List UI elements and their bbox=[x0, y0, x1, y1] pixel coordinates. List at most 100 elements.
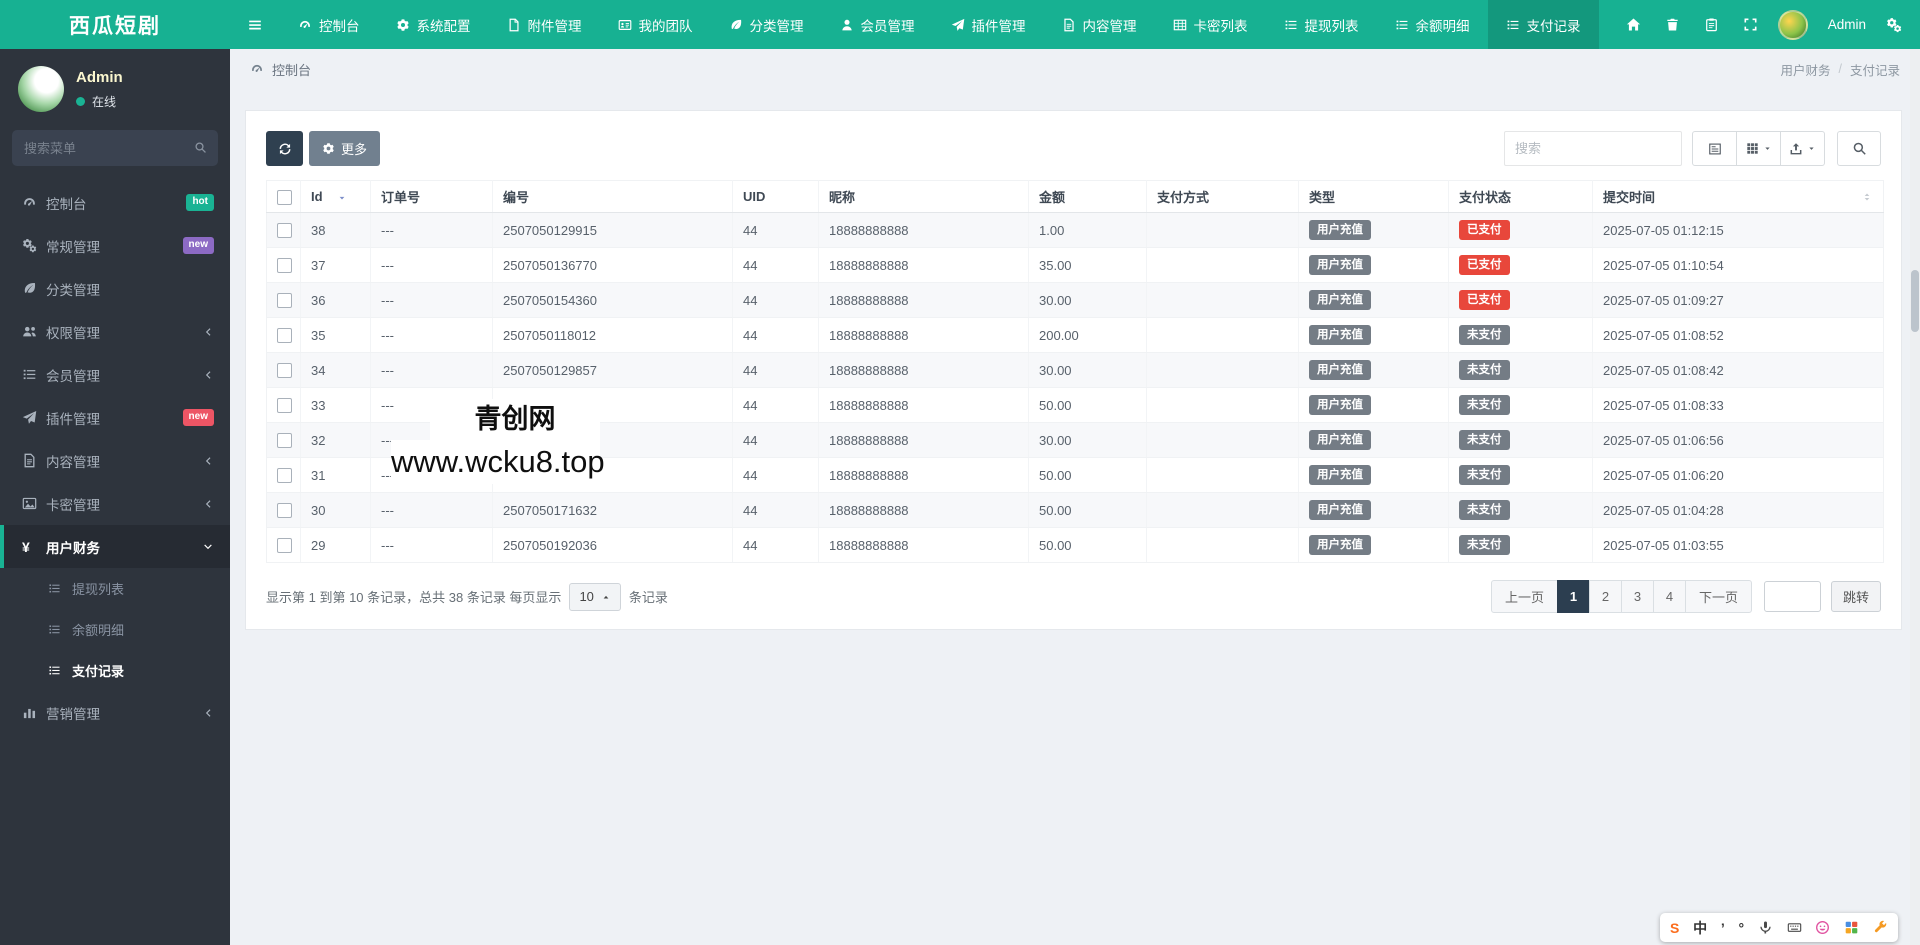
row-checkbox[interactable] bbox=[277, 538, 292, 554]
refresh-button[interactable] bbox=[266, 131, 303, 166]
menu-toggle-button[interactable] bbox=[230, 0, 280, 49]
sidebar-search-input[interactable] bbox=[12, 130, 218, 166]
select-all-checkbox[interactable] bbox=[277, 189, 292, 205]
cell-status: 未支付 bbox=[1448, 457, 1593, 493]
nav-item-system-config[interactable]: 系统配置 bbox=[378, 0, 489, 49]
cell-order-no: --- bbox=[370, 492, 493, 528]
cell-time: 2025-07-05 01:06:56 bbox=[1592, 422, 1884, 458]
keyboard-icon[interactable] bbox=[1787, 920, 1802, 935]
jump-button[interactable]: 跳转 bbox=[1830, 581, 1881, 612]
more-button[interactable]: 更多 bbox=[309, 131, 381, 166]
sidebar-item-balance-detail[interactable]: 余额明细 bbox=[0, 609, 230, 650]
apostrophe-icon[interactable]: ’ bbox=[1721, 921, 1725, 935]
row-checkbox[interactable] bbox=[277, 328, 292, 344]
export-button[interactable] bbox=[1780, 131, 1825, 166]
next-page-button[interactable]: 下一页 bbox=[1684, 580, 1752, 613]
nav-item-label: 控制台 bbox=[319, 18, 360, 34]
column-header-编号[interactable]: 编号 bbox=[492, 180, 733, 213]
row-checkbox[interactable] bbox=[277, 433, 292, 449]
sidebar-item-category[interactable]: 分类管理 bbox=[0, 267, 230, 310]
search-button[interactable] bbox=[1837, 131, 1881, 166]
skin-grid-icon[interactable] bbox=[1844, 920, 1859, 935]
column-header-UID[interactable]: UID bbox=[732, 180, 819, 213]
nav-item-label: 提现列表 bbox=[1304, 18, 1359, 34]
clipboard-icon[interactable] bbox=[1704, 17, 1719, 32]
column-header-Id[interactable]: Id bbox=[300, 180, 371, 213]
gauge-icon bbox=[22, 195, 46, 210]
breadcrumb-console[interactable]: 控制台 bbox=[272, 60, 311, 79]
page-button-2[interactable]: 2 bbox=[1588, 580, 1622, 613]
column-header-金额[interactable]: 金额 bbox=[1028, 180, 1147, 213]
cell-time: 2025-07-05 01:06:20 bbox=[1592, 457, 1884, 493]
gauge-icon bbox=[250, 62, 264, 76]
sidebar-item-console[interactable]: 控制台 hot bbox=[0, 181, 230, 224]
degree-icon[interactable]: ° bbox=[1739, 921, 1745, 935]
mic-icon[interactable] bbox=[1758, 920, 1773, 935]
nav-item-category[interactable]: 分类管理 bbox=[711, 0, 822, 49]
row-checkbox[interactable] bbox=[277, 293, 292, 309]
sidebar-item-payment-record[interactable]: 支付记录 bbox=[0, 650, 230, 691]
file-text-icon bbox=[22, 453, 46, 468]
nav-item-content[interactable]: 内容管理 bbox=[1044, 0, 1155, 49]
sidebar-item-user-finance[interactable]: ¥ 用户财务 bbox=[0, 525, 230, 568]
sidebar-item-marketing[interactable]: 营销管理 bbox=[0, 691, 230, 734]
column-header-支付方式[interactable]: 支付方式 bbox=[1146, 180, 1299, 213]
table-search-input[interactable] bbox=[1504, 131, 1682, 166]
cell-order-no: --- bbox=[370, 352, 493, 388]
sidebar-item-label: 权限管理 bbox=[46, 325, 100, 341]
nav-item-plugin[interactable]: 插件管理 bbox=[933, 0, 1044, 49]
column-header-昵称[interactable]: 昵称 bbox=[818, 180, 1029, 213]
prev-page-button[interactable]: 上一页 bbox=[1490, 580, 1558, 613]
sidebar-item-content[interactable]: 内容管理 bbox=[0, 439, 230, 482]
column-header-提交时间[interactable]: 提交时间 bbox=[1592, 180, 1884, 213]
sidebar-item-card[interactable]: 卡密管理 bbox=[0, 482, 230, 525]
cell-amount: 30.00 bbox=[1028, 282, 1147, 318]
sidebar-item-general[interactable]: 常规管理 new bbox=[0, 224, 230, 267]
sidebar-item-plugin[interactable]: 插件管理 new bbox=[0, 396, 230, 439]
page-button-1[interactable]: 1 bbox=[1556, 580, 1590, 613]
page-button-3[interactable]: 3 bbox=[1620, 580, 1654, 613]
per-page-select[interactable]: 10 bbox=[569, 582, 621, 611]
status-badge: 未支付 bbox=[1459, 499, 1510, 521]
sidebar-item-member[interactable]: 会员管理 bbox=[0, 353, 230, 396]
cell-status: 未支付 bbox=[1448, 352, 1593, 388]
column-header-支付状态[interactable]: 支付状态 bbox=[1448, 180, 1593, 213]
columns-button[interactable] bbox=[1736, 131, 1781, 166]
column-header-类型[interactable]: 类型 bbox=[1298, 180, 1449, 213]
type-badge: 用户充值 bbox=[1309, 394, 1371, 416]
sidebar-item-withdraw-list[interactable]: 提现列表 bbox=[0, 568, 230, 609]
nav-item-attachment[interactable]: 附件管理 bbox=[489, 0, 600, 49]
trash-icon[interactable] bbox=[1665, 17, 1680, 32]
nav-item-my-team[interactable]: 我的团队 bbox=[600, 0, 711, 49]
toolbox-icon[interactable] bbox=[1873, 920, 1888, 935]
row-checkbox[interactable] bbox=[277, 468, 292, 484]
scrollbar-thumb[interactable] bbox=[1911, 270, 1919, 332]
chinese-mode-icon[interactable]: 中 bbox=[1693, 921, 1707, 935]
sidebar-item-label: 营销管理 bbox=[46, 706, 100, 722]
nav-item-card-list[interactable]: 卡密列表 bbox=[1155, 0, 1266, 49]
nav-item-payment-record[interactable]: 支付记录 bbox=[1487, 0, 1599, 49]
home-icon[interactable] bbox=[1626, 17, 1641, 32]
nav-item-console[interactable]: 控制台 bbox=[280, 0, 378, 49]
sogou-logo-icon[interactable]: S bbox=[1670, 921, 1679, 935]
settings-icon[interactable] bbox=[1886, 17, 1902, 33]
column-header-订单号[interactable]: 订单号 bbox=[370, 180, 493, 213]
cell-uid: 44 bbox=[732, 457, 819, 493]
detail-view-button[interactable] bbox=[1692, 131, 1737, 166]
row-checkbox[interactable] bbox=[277, 503, 292, 519]
nav-item-balance-detail[interactable]: 余额明细 bbox=[1377, 0, 1488, 49]
cell-time: 2025-07-05 01:10:54 bbox=[1592, 247, 1884, 283]
row-checkbox[interactable] bbox=[277, 223, 292, 239]
row-checkbox[interactable] bbox=[277, 398, 292, 414]
sidebar-item-permission[interactable]: 权限管理 bbox=[0, 310, 230, 353]
expand-icon[interactable] bbox=[1743, 17, 1758, 32]
admin-username[interactable]: Admin bbox=[1828, 17, 1866, 32]
row-checkbox[interactable] bbox=[277, 258, 292, 274]
row-checkbox[interactable] bbox=[277, 363, 292, 379]
nav-item-withdraw-list[interactable]: 提现列表 bbox=[1266, 0, 1377, 49]
emoji-icon[interactable] bbox=[1815, 920, 1830, 935]
user-avatar[interactable] bbox=[1777, 9, 1808, 40]
page-button-4[interactable]: 4 bbox=[1652, 580, 1686, 613]
jump-page-input[interactable] bbox=[1763, 581, 1821, 612]
nav-item-member[interactable]: 会员管理 bbox=[822, 0, 933, 49]
